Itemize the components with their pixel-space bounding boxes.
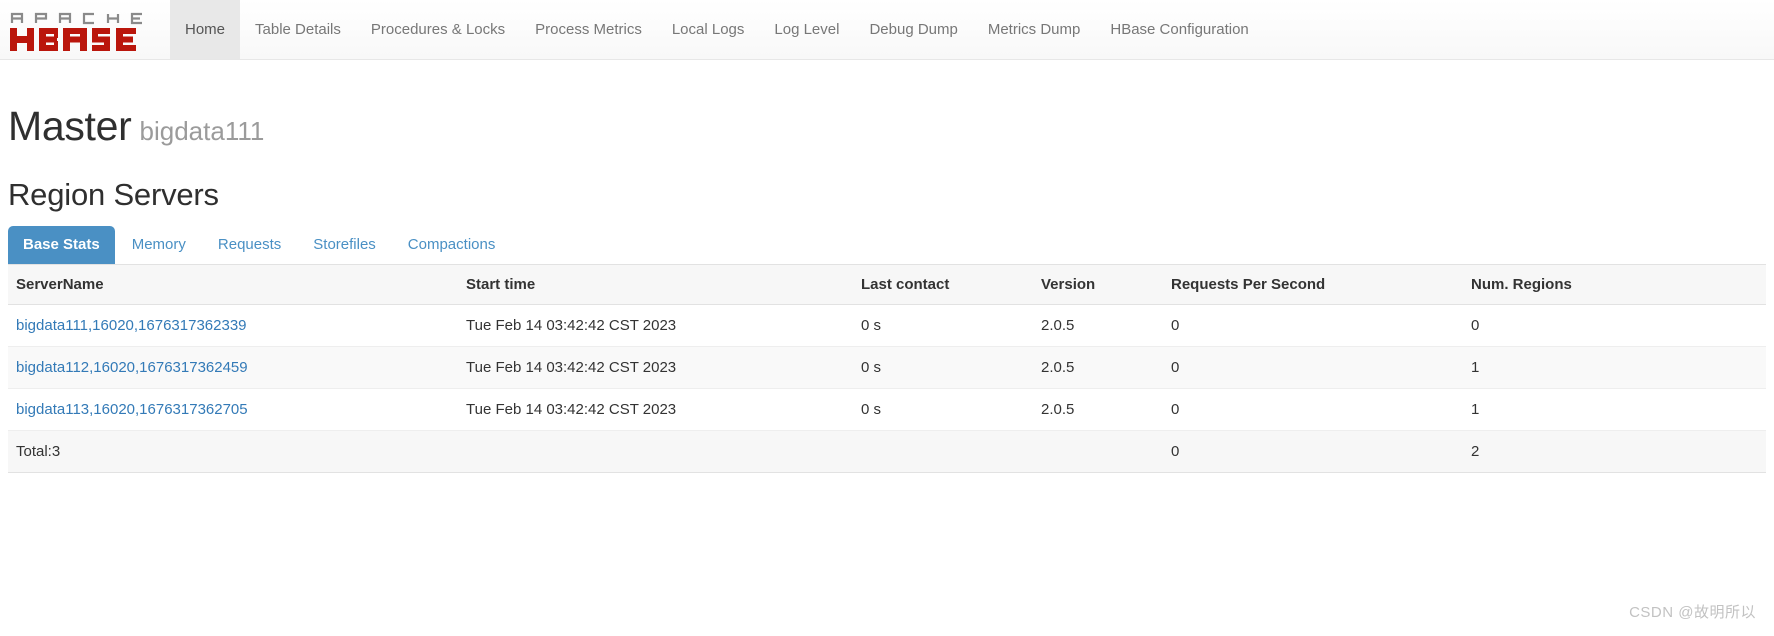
nav-item-hbase-configuration[interactable]: HBase Configuration xyxy=(1095,0,1263,59)
nav-item-home[interactable]: Home xyxy=(170,0,241,59)
table-header: ServerName Start time Last contact Versi… xyxy=(8,264,1766,306)
nav-link-debug-dump[interactable]: Debug Dump xyxy=(854,0,972,59)
server-link[interactable]: bigdata113,16020,1676317362705 xyxy=(16,401,248,418)
nav-item-procedures-locks[interactable]: Procedures & Locks xyxy=(356,0,520,59)
nav-item-debug-dump[interactable]: Debug Dump xyxy=(854,0,972,59)
nav-link-hbase-configuration[interactable]: HBase Configuration xyxy=(1095,0,1263,59)
nav-item-table-details[interactable]: Table Details xyxy=(240,0,356,59)
cell-servername: bigdata113,16020,1676317362705 xyxy=(8,388,458,432)
cell-num-regions: 1 xyxy=(1463,388,1766,432)
top-navbar: Home Table Details Procedures & Locks Pr… xyxy=(0,0,1774,60)
region-servers-tabs: Base Stats Memory Requests Storefiles Co… xyxy=(8,226,1766,265)
column-header-requests-per-second[interactable]: Requests Per Second xyxy=(1163,264,1463,306)
tab-requests[interactable]: Requests xyxy=(203,226,296,264)
tab-link-compactions[interactable]: Compactions xyxy=(393,226,511,264)
nav-link-procedures-locks[interactable]: Procedures & Locks xyxy=(356,0,520,59)
page-title: Master bigdata111 xyxy=(8,103,1766,149)
cell-last-contact: 0 s xyxy=(853,346,1033,390)
column-header-servername[interactable]: ServerName xyxy=(8,264,458,306)
nav-link-process-metrics[interactable]: Process Metrics xyxy=(520,0,657,59)
cell-total-last-contact xyxy=(853,430,1033,474)
cell-start-time: Tue Feb 14 03:42:42 CST 2023 xyxy=(458,304,853,348)
column-header-last-contact[interactable]: Last contact xyxy=(853,264,1033,306)
cell-num-regions: 1 xyxy=(1463,346,1766,390)
tab-link-base-stats[interactable]: Base Stats xyxy=(8,226,115,265)
cell-num-regions: 0 xyxy=(1463,304,1766,348)
server-link[interactable]: bigdata112,16020,1676317362459 xyxy=(16,359,248,376)
server-link[interactable]: bigdata111,16020,1676317362339 xyxy=(16,317,247,334)
tab-link-memory[interactable]: Memory xyxy=(117,226,201,264)
cell-requests-per-second: 0 xyxy=(1163,304,1463,348)
cell-last-contact: 0 s xyxy=(853,304,1033,348)
csdn-watermark: CSDN @故明所以 xyxy=(1629,604,1756,621)
cell-last-contact: 0 s xyxy=(853,388,1033,432)
cell-version: 2.0.5 xyxy=(1033,346,1163,390)
cell-total-num-regions: 2 xyxy=(1463,430,1766,474)
tab-compactions[interactable]: Compactions xyxy=(393,226,511,264)
table-row: bigdata113,16020,1676317362705 Tue Feb 1… xyxy=(8,388,1766,432)
cell-requests-per-second: 0 xyxy=(1163,388,1463,432)
column-header-version[interactable]: Version xyxy=(1033,264,1163,306)
cell-start-time: Tue Feb 14 03:42:42 CST 2023 xyxy=(458,346,853,390)
tab-base-stats[interactable]: Base Stats xyxy=(8,226,115,265)
cell-version: 2.0.5 xyxy=(1033,304,1163,348)
cell-total-version xyxy=(1033,430,1163,474)
cell-servername: bigdata112,16020,1676317362459 xyxy=(8,346,458,390)
nav-item-metrics-dump[interactable]: Metrics Dump xyxy=(973,0,1096,59)
tab-link-storefiles[interactable]: Storefiles xyxy=(298,226,391,264)
table-row: bigdata112,16020,1676317362459 Tue Feb 1… xyxy=(8,346,1766,390)
table-body: bigdata111,16020,1676317362339 Tue Feb 1… xyxy=(8,304,1766,474)
cell-total-label: Total:3 xyxy=(8,430,458,474)
main-navigation: Home Table Details Procedures & Locks Pr… xyxy=(170,0,1264,59)
nav-item-process-metrics[interactable]: Process Metrics xyxy=(520,0,657,59)
table-total-row: Total:3 0 2 xyxy=(8,430,1766,474)
column-header-start-time[interactable]: Start time xyxy=(458,264,853,306)
tab-link-requests[interactable]: Requests xyxy=(203,226,296,264)
tab-storefiles[interactable]: Storefiles xyxy=(298,226,391,264)
page-title-text: Master xyxy=(8,103,132,149)
page-header: Master bigdata111 xyxy=(8,60,1766,158)
nav-item-log-level[interactable]: Log Level xyxy=(759,0,854,59)
cell-requests-per-second: 0 xyxy=(1163,346,1463,390)
region-servers-heading: Region Servers xyxy=(8,177,219,213)
nav-link-metrics-dump[interactable]: Metrics Dump xyxy=(973,0,1096,59)
nav-link-home[interactable]: Home xyxy=(170,0,240,59)
region-servers-table: ServerName Start time Last contact Versi… xyxy=(8,264,1766,474)
cell-servername: bigdata111,16020,1676317362339 xyxy=(8,304,458,348)
table-row: bigdata111,16020,1676317362339 Tue Feb 1… xyxy=(8,304,1766,348)
page-root: Home Table Details Procedures & Locks Pr… xyxy=(0,0,1774,636)
nav-item-local-logs[interactable]: Local Logs xyxy=(657,0,760,59)
apache-hbase-logo[interactable] xyxy=(0,0,170,59)
page-title-subtitle: bigdata111 xyxy=(139,116,265,146)
tab-memory[interactable]: Memory xyxy=(117,226,201,264)
cell-total-requests-per-second: 0 xyxy=(1163,430,1463,474)
cell-total-start-time xyxy=(458,430,853,474)
nav-link-table-details[interactable]: Table Details xyxy=(240,0,356,59)
cell-version: 2.0.5 xyxy=(1033,388,1163,432)
cell-start-time: Tue Feb 14 03:42:42 CST 2023 xyxy=(458,388,853,432)
nav-link-log-level[interactable]: Log Level xyxy=(759,0,854,59)
table-header-row: ServerName Start time Last contact Versi… xyxy=(8,264,1766,306)
nav-link-local-logs[interactable]: Local Logs xyxy=(657,0,760,59)
column-header-num-regions[interactable]: Num. Regions xyxy=(1463,264,1766,306)
content-container: Master bigdata111 Region Servers Base Sta… xyxy=(0,60,1774,474)
hbase-logo-icon xyxy=(10,12,142,51)
